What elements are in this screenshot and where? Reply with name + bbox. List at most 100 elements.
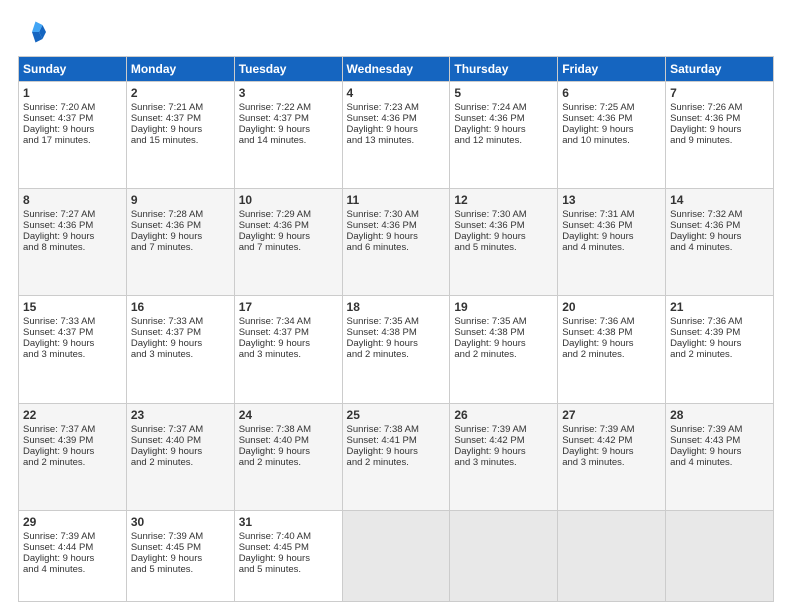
cell-detail: Sunset: 4:37 PM	[23, 327, 122, 338]
calendar-cell: 29Sunrise: 7:39 AMSunset: 4:44 PMDayligh…	[19, 510, 127, 601]
cell-detail: Sunset: 4:36 PM	[670, 220, 769, 231]
day-number: 5	[454, 86, 553, 100]
cell-detail: Daylight: 9 hours	[454, 446, 553, 457]
calendar-cell: 20Sunrise: 7:36 AMSunset: 4:38 PMDayligh…	[558, 296, 666, 403]
cell-detail: Sunset: 4:45 PM	[239, 542, 338, 553]
calendar-cell	[558, 510, 666, 601]
cell-detail: Daylight: 9 hours	[670, 124, 769, 135]
cell-detail: Sunrise: 7:39 AM	[131, 531, 230, 542]
day-number: 24	[239, 408, 338, 422]
cell-detail: Sunrise: 7:35 AM	[454, 316, 553, 327]
cell-detail: Sunrise: 7:25 AM	[562, 102, 661, 113]
cell-detail: Daylight: 9 hours	[23, 338, 122, 349]
cell-detail: and 8 minutes.	[23, 242, 122, 253]
calendar-cell: 5Sunrise: 7:24 AMSunset: 4:36 PMDaylight…	[450, 82, 558, 189]
cell-detail: Sunrise: 7:39 AM	[23, 531, 122, 542]
cell-detail: and 5 minutes.	[454, 242, 553, 253]
cell-detail: Daylight: 9 hours	[347, 446, 446, 457]
header	[18, 18, 774, 46]
cell-detail: Daylight: 9 hours	[454, 338, 553, 349]
cell-detail: Daylight: 9 hours	[239, 446, 338, 457]
calendar-cell	[666, 510, 774, 601]
calendar-cell: 10Sunrise: 7:29 AMSunset: 4:36 PMDayligh…	[234, 189, 342, 296]
cell-detail: Daylight: 9 hours	[347, 231, 446, 242]
cell-detail: Sunrise: 7:28 AM	[131, 209, 230, 220]
cell-detail: Sunrise: 7:33 AM	[23, 316, 122, 327]
day-number: 20	[562, 300, 661, 314]
calendar-cell: 18Sunrise: 7:35 AMSunset: 4:38 PMDayligh…	[342, 296, 450, 403]
calendar-cell: 11Sunrise: 7:30 AMSunset: 4:36 PMDayligh…	[342, 189, 450, 296]
cell-detail: Sunset: 4:40 PM	[131, 435, 230, 446]
cell-detail: Daylight: 9 hours	[131, 446, 230, 457]
cell-detail: Sunset: 4:38 PM	[562, 327, 661, 338]
day-number: 1	[23, 86, 122, 100]
cell-detail: Sunrise: 7:34 AM	[239, 316, 338, 327]
cell-detail: Sunset: 4:45 PM	[131, 542, 230, 553]
day-number: 7	[670, 86, 769, 100]
day-number: 23	[131, 408, 230, 422]
cell-detail: Sunrise: 7:30 AM	[454, 209, 553, 220]
cell-detail: Daylight: 9 hours	[670, 231, 769, 242]
cell-detail: Sunset: 4:37 PM	[131, 327, 230, 338]
cell-detail: Sunset: 4:37 PM	[23, 113, 122, 124]
cell-detail: Sunset: 4:36 PM	[347, 113, 446, 124]
cell-detail: Sunrise: 7:27 AM	[23, 209, 122, 220]
cell-detail: Daylight: 9 hours	[239, 553, 338, 564]
cell-detail: Sunset: 4:38 PM	[347, 327, 446, 338]
weekday-header-thursday: Thursday	[450, 57, 558, 82]
cell-detail: Sunset: 4:37 PM	[239, 113, 338, 124]
calendar-cell: 9Sunrise: 7:28 AMSunset: 4:36 PMDaylight…	[126, 189, 234, 296]
day-number: 8	[23, 193, 122, 207]
calendar-cell: 4Sunrise: 7:23 AMSunset: 4:36 PMDaylight…	[342, 82, 450, 189]
calendar-cell: 1Sunrise: 7:20 AMSunset: 4:37 PMDaylight…	[19, 82, 127, 189]
calendar-cell: 27Sunrise: 7:39 AMSunset: 4:42 PMDayligh…	[558, 403, 666, 510]
day-number: 18	[347, 300, 446, 314]
cell-detail: Sunset: 4:41 PM	[347, 435, 446, 446]
calendar-cell: 3Sunrise: 7:22 AMSunset: 4:37 PMDaylight…	[234, 82, 342, 189]
calendar-cell: 22Sunrise: 7:37 AMSunset: 4:39 PMDayligh…	[19, 403, 127, 510]
cell-detail: and 10 minutes.	[562, 135, 661, 146]
page: SundayMondayTuesdayWednesdayThursdayFrid…	[0, 0, 792, 612]
cell-detail: and 2 minutes.	[347, 349, 446, 360]
day-number: 22	[23, 408, 122, 422]
cell-detail: Sunrise: 7:21 AM	[131, 102, 230, 113]
cell-detail: Sunrise: 7:32 AM	[670, 209, 769, 220]
cell-detail: Sunset: 4:42 PM	[562, 435, 661, 446]
logo	[18, 18, 48, 46]
cell-detail: Sunrise: 7:33 AM	[131, 316, 230, 327]
weekday-header-wednesday: Wednesday	[342, 57, 450, 82]
cell-detail: Sunset: 4:42 PM	[454, 435, 553, 446]
day-number: 26	[454, 408, 553, 422]
cell-detail: Sunset: 4:36 PM	[454, 113, 553, 124]
calendar-cell: 19Sunrise: 7:35 AMSunset: 4:38 PMDayligh…	[450, 296, 558, 403]
logo-icon	[18, 18, 46, 46]
cell-detail: Daylight: 9 hours	[562, 446, 661, 457]
cell-detail: and 4 minutes.	[670, 242, 769, 253]
cell-detail: Daylight: 9 hours	[670, 446, 769, 457]
cell-detail: Sunset: 4:40 PM	[239, 435, 338, 446]
cell-detail: Sunset: 4:36 PM	[131, 220, 230, 231]
cell-detail: Daylight: 9 hours	[562, 231, 661, 242]
calendar-cell: 17Sunrise: 7:34 AMSunset: 4:37 PMDayligh…	[234, 296, 342, 403]
day-number: 11	[347, 193, 446, 207]
cell-detail: Sunrise: 7:39 AM	[454, 424, 553, 435]
day-number: 10	[239, 193, 338, 207]
cell-detail: Sunset: 4:36 PM	[239, 220, 338, 231]
cell-detail: and 15 minutes.	[131, 135, 230, 146]
cell-detail: Sunrise: 7:39 AM	[670, 424, 769, 435]
calendar-cell: 14Sunrise: 7:32 AMSunset: 4:36 PMDayligh…	[666, 189, 774, 296]
cell-detail: and 2 minutes.	[23, 457, 122, 468]
cell-detail: Sunset: 4:44 PM	[23, 542, 122, 553]
calendar-cell: 2Sunrise: 7:21 AMSunset: 4:37 PMDaylight…	[126, 82, 234, 189]
cell-detail: and 3 minutes.	[239, 349, 338, 360]
cell-detail: Daylight: 9 hours	[131, 338, 230, 349]
cell-detail: Sunrise: 7:39 AM	[562, 424, 661, 435]
calendar-cell: 6Sunrise: 7:25 AMSunset: 4:36 PMDaylight…	[558, 82, 666, 189]
day-number: 19	[454, 300, 553, 314]
calendar-cell: 21Sunrise: 7:36 AMSunset: 4:39 PMDayligh…	[666, 296, 774, 403]
calendar-cell: 15Sunrise: 7:33 AMSunset: 4:37 PMDayligh…	[19, 296, 127, 403]
cell-detail: and 7 minutes.	[239, 242, 338, 253]
day-number: 17	[239, 300, 338, 314]
cell-detail: and 7 minutes.	[131, 242, 230, 253]
cell-detail: and 4 minutes.	[562, 242, 661, 253]
